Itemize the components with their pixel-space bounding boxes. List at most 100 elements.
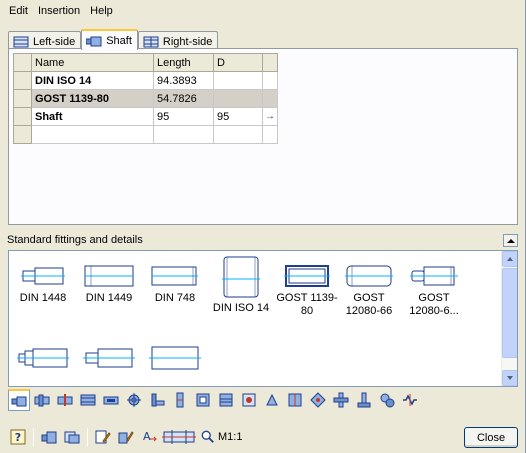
retaining-ring-icon (266, 393, 278, 406)
fitting-label: DIN ISO 14 (212, 302, 270, 314)
fittings-scrollbar[interactable] (501, 251, 517, 386)
tab-shaft[interactable]: Shaft (81, 29, 138, 50)
tab-right-side-label: Right-side (162, 35, 213, 48)
tab-shaft-label: Shaft (106, 34, 132, 47)
dimensions-button[interactable] (162, 427, 196, 447)
cell-d[interactable] (213, 89, 263, 108)
category-bearing-button[interactable] (192, 389, 214, 411)
menu-bar: Edit Insertion Help (0, 0, 526, 22)
cylinder-shaft-icon (151, 266, 198, 286)
shaft-icon (86, 36, 102, 46)
flange-icon (357, 392, 371, 408)
housing-icon (242, 393, 256, 407)
category-housing-button[interactable] (238, 389, 260, 411)
category-gear-set-button[interactable] (376, 389, 398, 411)
cell-d[interactable]: 95 (213, 107, 263, 126)
assemble-button[interactable] (39, 427, 59, 447)
row-arrow-icon[interactable]: → (262, 107, 278, 126)
cell-length[interactable]: 54.7826 (153, 89, 214, 108)
fitting-item[interactable] (76, 345, 142, 371)
category-cross-button[interactable] (307, 389, 329, 411)
fitting-din-iso-14[interactable]: DIN ISO 14 (208, 255, 274, 315)
menu-insertion[interactable]: Insertion (33, 3, 85, 19)
cross-icon (310, 392, 326, 408)
cell-length[interactable]: 94.3893 (153, 71, 214, 90)
cell-name[interactable]: GOST 1139-80 (31, 89, 154, 108)
fitting-label: GOST 12080-66 (345, 292, 393, 317)
scroll-thumb[interactable] (502, 268, 517, 358)
column-header-length[interactable]: Length (153, 53, 214, 72)
category-key-button[interactable] (146, 389, 168, 411)
dimensions-icon (162, 430, 196, 444)
fitting-din-1448[interactable]: DIN 1448 (10, 263, 76, 305)
column-header-d[interactable]: D (213, 53, 263, 72)
row-header[interactable] (13, 125, 32, 144)
cell-name[interactable] (31, 125, 154, 144)
fitting-item[interactable] (10, 345, 76, 371)
fitting-gost-1139-80[interactable]: GOST 1139-80 (274, 263, 340, 318)
table-row[interactable]: Shaft 95 95 → (13, 107, 278, 126)
stepped-shaft-icon (21, 267, 65, 285)
left-side-icon (13, 36, 29, 47)
help-icon: ? (10, 429, 26, 445)
table-row[interactable]: DIN ISO 14 94.3893 (13, 71, 278, 90)
category-flange-button[interactable] (353, 389, 375, 411)
row-header-corner (13, 53, 32, 72)
shaft-icon (11, 396, 27, 406)
fittings-section-title: Standard fittings and details (7, 234, 143, 246)
sleeve-icon (288, 393, 302, 407)
cell-d[interactable] (213, 125, 263, 144)
column-header-name[interactable]: Name (31, 53, 154, 72)
row-header[interactable] (13, 89, 32, 108)
help-button[interactable]: ? (8, 427, 28, 447)
table-row-selected[interactable]: GOST 1139-80 54.7826 (13, 89, 278, 108)
scroll-up-button[interactable] (502, 251, 517, 267)
category-thread-button[interactable] (77, 389, 99, 411)
fitting-din-1449[interactable]: DIN 1449 (76, 263, 142, 305)
cell-d[interactable] (213, 71, 263, 90)
fittings-panel: DIN 1448 DIN 1449 DIN 748 DIN ISO 14 GOS… (8, 250, 518, 387)
table-header: Name Length D (13, 53, 278, 72)
fitting-label: DIN 748 (154, 292, 196, 304)
fitting-label: DIN 1449 (85, 292, 133, 304)
zoom-control[interactable]: M1:1 (201, 430, 242, 444)
fitting-gost-12080-6[interactable]: GOST 12080-6... (401, 263, 467, 318)
edit-button[interactable] (93, 427, 113, 447)
fitting-item[interactable] (142, 345, 208, 371)
row-header[interactable] (13, 71, 32, 90)
fitting-gost-12080-66[interactable]: GOST 12080-66 (336, 263, 402, 318)
collapse-button[interactable] (503, 234, 518, 247)
scroll-down-button[interactable] (502, 370, 517, 386)
right-side-icon (143, 36, 159, 47)
spring-icon (403, 394, 417, 406)
cell-length[interactable]: 95 (153, 107, 214, 126)
row-header[interactable] (13, 107, 32, 126)
cell-length[interactable] (153, 125, 214, 144)
text-annotation-button[interactable]: A (139, 427, 159, 447)
category-spline-button[interactable] (100, 389, 122, 411)
category-spring-button[interactable] (399, 389, 421, 411)
cell-name[interactable]: DIN ISO 14 (31, 71, 154, 90)
category-groove-button[interactable] (54, 389, 76, 411)
view-button[interactable] (62, 427, 82, 447)
magnifier-icon (201, 430, 214, 443)
category-retaining-ring-button[interactable] (261, 389, 283, 411)
view-icon (64, 431, 80, 444)
category-collar-button[interactable] (31, 389, 53, 411)
cell-name[interactable]: Shaft (31, 107, 154, 126)
category-gear-button[interactable] (123, 389, 145, 411)
table-row-empty[interactable] (13, 125, 278, 144)
category-chamfer-button[interactable] (169, 389, 191, 411)
shaft-tab-panel: Name Length D DIN ISO 14 94.3893 GOST 11… (8, 48, 518, 225)
category-seal-button[interactable] (215, 389, 237, 411)
category-sleeve-button[interactable] (284, 389, 306, 411)
menu-help[interactable]: Help (85, 3, 118, 19)
category-shaft-button[interactable] (8, 389, 30, 411)
menu-edit[interactable]: Edit (4, 3, 33, 19)
calculate-button[interactable] (116, 427, 136, 447)
text-icon: A (143, 430, 157, 443)
category-coupling-button[interactable] (330, 389, 352, 411)
fitting-din-748[interactable]: DIN 748 (142, 263, 208, 305)
cell-extra (262, 89, 278, 108)
close-button[interactable]: Close (464, 427, 518, 448)
